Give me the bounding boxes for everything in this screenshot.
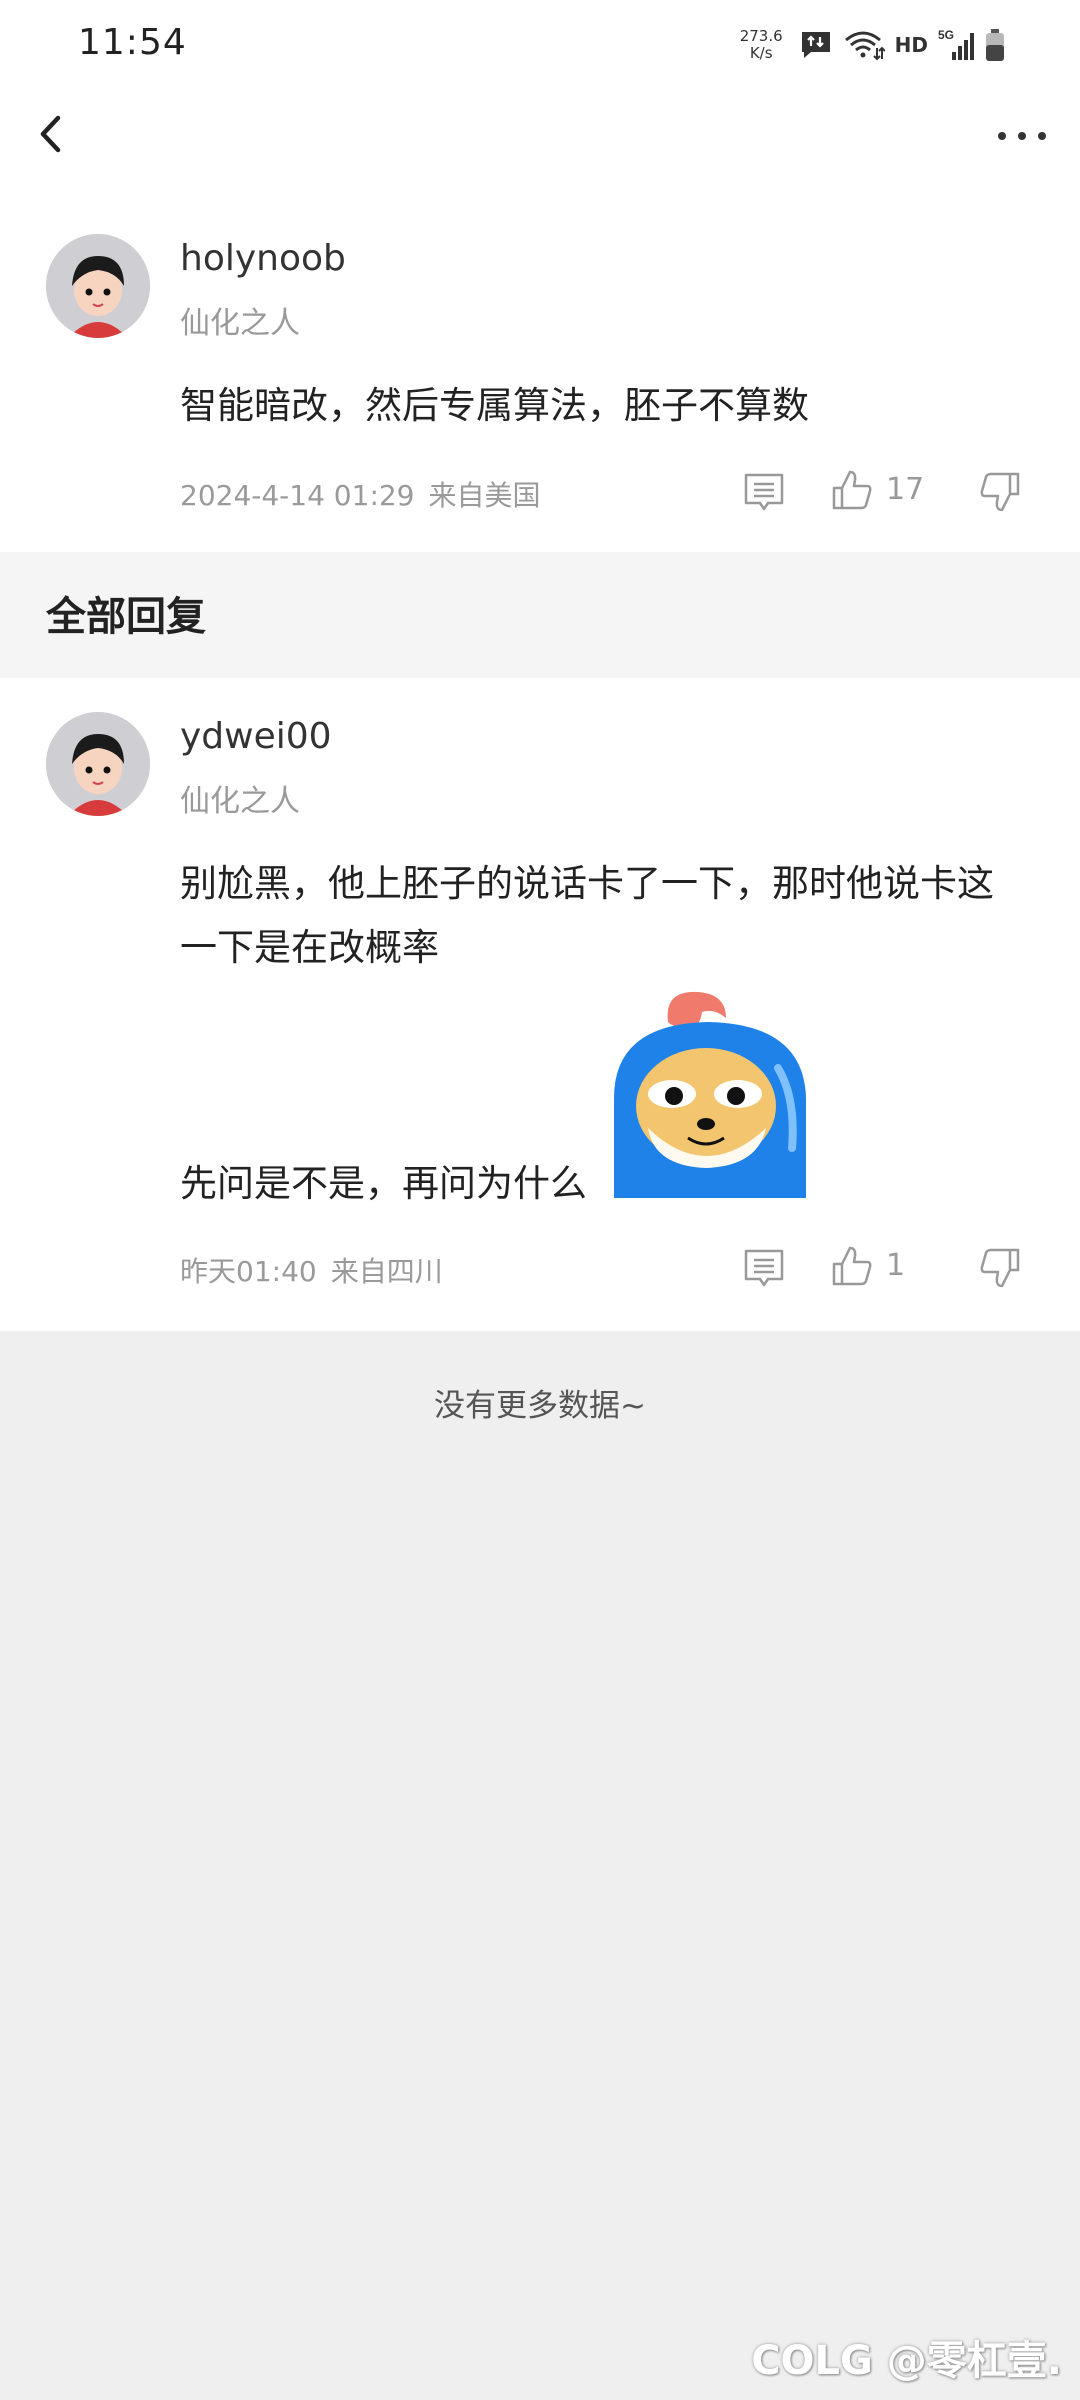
comment-location: 来自美国 [428, 479, 541, 512]
comment-date: 2024-4-14 01:29 [180, 479, 415, 512]
doge-mascot-sticker [614, 991, 806, 1198]
reply-meta: 昨天01:40 来自四川 [180, 1250, 443, 1290]
reply-rank: 仙化之人 [180, 784, 300, 819]
thumbs-down-icon[interactable] [978, 470, 1022, 514]
section-header: 全部回复 [0, 552, 1080, 678]
comment-username[interactable]: holynoob [180, 238, 346, 279]
thumbs-up-icon[interactable] [830, 1244, 874, 1288]
more-dots-icon[interactable] [992, 116, 1052, 156]
no-more-data-label: 没有更多数据~ [434, 1388, 646, 1424]
thumbs-down-icon[interactable] [978, 1246, 1022, 1290]
like-count: 1 [886, 1248, 906, 1283]
comment-text: 智能暗改，然后专属算法，胚子不算数 [180, 384, 809, 427]
hd-label: HD [894, 33, 928, 57]
status-icons: 273.6 K/s HD 5G [740, 22, 1006, 68]
battery-icon [986, 29, 1004, 61]
section-title: 全部回复 [46, 594, 206, 640]
signal-icon: 5G [938, 28, 974, 60]
avatar-image [46, 234, 150, 338]
status-time: 11:54 [78, 22, 187, 63]
avatar[interactable] [46, 234, 150, 338]
reply-location: 来自四川 [330, 1255, 443, 1288]
avatar[interactable] [46, 712, 150, 816]
watermark: COLG @零杠壹. [751, 2338, 1062, 2384]
reply-date: 昨天01:40 [180, 1255, 317, 1288]
thumbs-up-icon[interactable] [830, 468, 874, 512]
like-count: 17 [886, 472, 925, 507]
svg-text:5G: 5G [938, 28, 954, 42]
back-icon[interactable] [30, 112, 74, 156]
reply-text-line-3: 先问是不是，再问为什么 [180, 1162, 587, 1205]
reply-text-line-1: 别尬黑，他上胚子的说话卡了一下，那时他说卡这 [180, 862, 994, 905]
avatar-image [46, 712, 150, 816]
net-speed-value: 273.6 [739, 27, 783, 45]
reply-icon[interactable] [742, 1246, 786, 1290]
comment-rank: 仙化之人 [180, 306, 300, 341]
comment-meta: 2024-4-14 01:29 来自美国 [180, 474, 541, 514]
content-card: 11:54 273.6 K/s HD 5G holynoob 仙化之人 智能暗改… [0, 0, 1080, 1331]
net-speed-unit: K/s [749, 44, 773, 62]
net-speed: 273.6 K/s [740, 28, 783, 62]
wifi-icon [844, 31, 885, 61]
reply-icon[interactable] [742, 470, 786, 514]
reply-username[interactable]: ydwei00 [180, 716, 332, 757]
reply-text-line-2: 一下是在改概率 [180, 926, 439, 969]
message-sync-icon [801, 32, 830, 58]
